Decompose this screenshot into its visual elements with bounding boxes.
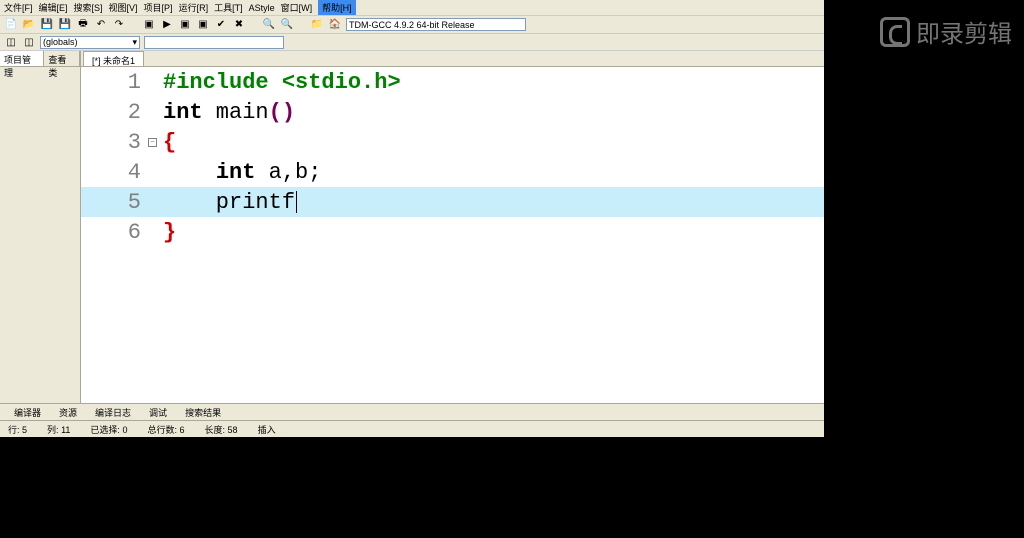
line-number: 5 — [81, 190, 151, 215]
toggle-icon[interactable]: ◫ — [4, 35, 18, 49]
menu-view[interactable]: 视图[V] — [109, 1, 138, 14]
bottom-panel-tabs: 编译器 资源 编译日志 调试 搜索结果 — [0, 403, 824, 420]
tab-compile-log[interactable]: 编译日志 — [85, 406, 131, 419]
code-line[interactable]: 5 printf — [81, 187, 824, 217]
status-sel: 已选择: 0 — [86, 423, 131, 436]
stop-icon[interactable]: ✖ — [232, 18, 246, 32]
code-content[interactable]: printf — [151, 190, 824, 215]
file-tabs: [*] 未命名1 — [81, 51, 824, 67]
status-col: 列: 11 — [43, 423, 74, 436]
compiler-select[interactable]: TDM-GCC 4.9.2 64-bit Release — [346, 18, 526, 31]
run-icon[interactable]: ▶ — [160, 18, 174, 32]
code-line[interactable]: 2int main() — [81, 97, 824, 127]
line-number: 1 — [81, 70, 151, 95]
code-line[interactable]: 3−{ — [81, 127, 824, 157]
watermark: 即录剪辑 — [880, 14, 1012, 49]
line-number: 4 — [81, 160, 151, 185]
print-icon[interactable]: 🖶 — [76, 18, 90, 32]
menu-help[interactable]: 帮助[H] — [318, 0, 356, 15]
undo-icon[interactable]: ↶ — [94, 18, 108, 32]
new-icon[interactable]: 📄 — [4, 18, 18, 32]
tab-search-result[interactable]: 搜索结果 — [175, 406, 221, 419]
code-content[interactable]: { — [151, 130, 824, 155]
find-icon[interactable]: 🔍 — [262, 18, 276, 32]
status-total: 总行数: 6 — [143, 423, 188, 436]
menu-edit[interactable]: 编辑[E] — [39, 1, 68, 14]
line-number: 6 — [81, 220, 151, 245]
scope-label: (globals) — [43, 37, 78, 47]
tab-debug[interactable]: 调试 — [139, 406, 167, 419]
goto-icon[interactable]: 🔍 — [280, 18, 294, 32]
file-tab[interactable]: [*] 未命名1 — [83, 51, 144, 66]
symbol-select[interactable] — [144, 36, 284, 49]
tab-class-view[interactable]: 查看类 — [44, 51, 80, 66]
status-len: 长度: 58 — [201, 423, 242, 436]
watermark-text: 即录剪辑 — [916, 14, 1012, 49]
status-line: 行: 5 — [4, 423, 31, 436]
rebuild-icon[interactable]: ▣ — [196, 18, 210, 32]
open-icon[interactable]: 📂 — [22, 18, 36, 32]
menu-tools[interactable]: 工具[T] — [214, 1, 243, 14]
code-editor[interactable]: 1#include <stdio.h>2int main()3−{4 int a… — [81, 67, 824, 403]
toolbar-secondary: ◫ ◫ (globals)▾ — [0, 34, 824, 51]
debug-icon[interactable]: ✔ — [214, 18, 228, 32]
menu-file[interactable]: 文件[F] — [4, 1, 33, 14]
code-content[interactable]: #include <stdio.h> — [151, 70, 824, 95]
save-all-icon[interactable]: 💾 — [58, 18, 72, 32]
save-icon[interactable]: 💾 — [40, 18, 54, 32]
redo-icon[interactable]: ↷ — [112, 18, 126, 32]
text-caret — [296, 191, 297, 213]
menu-window[interactable]: 窗口[W] — [281, 1, 313, 14]
menu-project[interactable]: 项目[P] — [144, 1, 173, 14]
toggle2-icon[interactable]: ◫ — [22, 35, 36, 49]
menu-search[interactable]: 搜索[S] — [74, 1, 103, 14]
compile-run-icon[interactable]: ▣ — [178, 18, 192, 32]
home-icon[interactable]: 🏠 — [328, 18, 342, 32]
code-content[interactable]: int a,b; — [151, 160, 824, 185]
menu-astyle[interactable]: AStyle — [249, 3, 275, 13]
toolbar-main: 📄 📂 💾 💾 🖶 ↶ ↷ ▣ ▶ ▣ ▣ ✔ ✖ 🔍 🔍 📁 🏠 TDM-GC… — [0, 16, 824, 34]
line-number: 3− — [81, 130, 151, 155]
code-line[interactable]: 1#include <stdio.h> — [81, 67, 824, 97]
code-line[interactable]: 6} — [81, 217, 824, 247]
code-line[interactable]: 4 int a,b; — [81, 157, 824, 187]
editor-wrap: [*] 未命名1 1#include <stdio.h>2int main()3… — [81, 51, 824, 403]
tab-resource[interactable]: 资源 — [49, 406, 77, 419]
line-number: 2 — [81, 100, 151, 125]
menubar: 文件[F] 编辑[E] 搜索[S] 视图[V] 项目[P] 运行[R] 工具[T… — [0, 0, 824, 16]
menu-run[interactable]: 运行[R] — [179, 1, 209, 14]
fold-icon[interactable]: − — [148, 138, 157, 147]
compiler-label: TDM-GCC 4.9.2 64-bit Release — [349, 20, 475, 30]
ide-window: 文件[F] 编辑[E] 搜索[S] 视图[V] 项目[P] 运行[R] 工具[T… — [0, 0, 824, 437]
compile-icon[interactable]: ▣ — [142, 18, 156, 32]
scope-select[interactable]: (globals)▾ — [40, 36, 140, 49]
status-mode: 插入 — [254, 423, 280, 436]
status-bar: 行: 5 列: 11 已选择: 0 总行数: 6 长度: 58 插入 — [0, 420, 824, 437]
tab-compiler[interactable]: 编译器 — [4, 406, 41, 419]
left-panel-tabs: 项目管理 查看类 — [0, 51, 80, 67]
left-panel: 项目管理 查看类 — [0, 51, 81, 403]
main-area: 项目管理 查看类 [*] 未命名1 1#include <stdio.h>2in… — [0, 51, 824, 403]
project-icon[interactable]: 📁 — [310, 18, 324, 32]
watermark-logo-icon — [880, 17, 910, 47]
tab-project-manager[interactable]: 项目管理 — [0, 51, 44, 66]
code-content[interactable]: } — [151, 220, 824, 245]
code-content[interactable]: int main() — [151, 100, 824, 125]
